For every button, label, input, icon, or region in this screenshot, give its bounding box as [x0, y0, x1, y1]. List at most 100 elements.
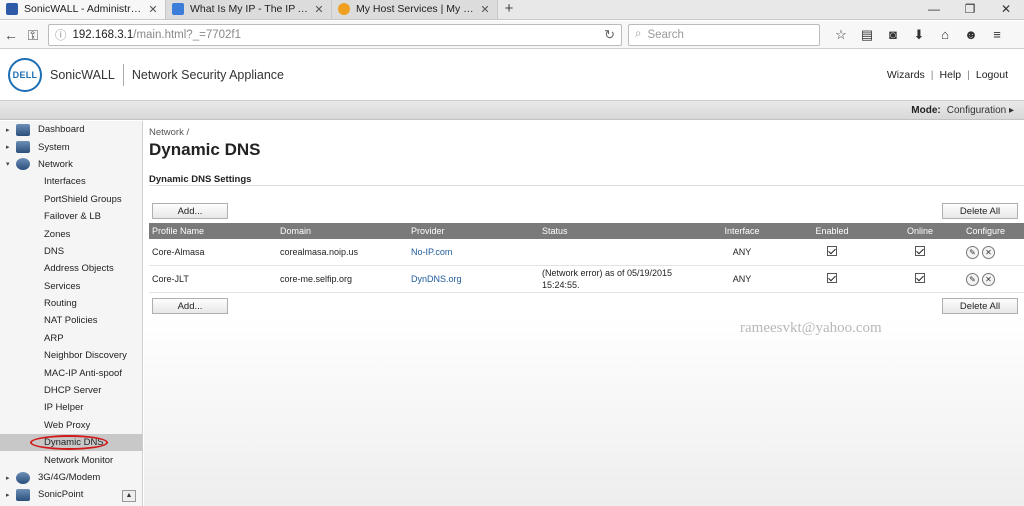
link-separator: | — [930, 69, 934, 81]
emoji-icon[interactable]: ☻ — [958, 27, 984, 43]
app-header: DELL SonicWALL Network Security Applianc… — [0, 50, 1024, 100]
bookmark-star-icon[interactable]: ☆ — [828, 27, 854, 43]
collapse-arrow-icon[interactable]: ▾ — [6, 160, 16, 168]
close-window-button[interactable]: ✕ — [988, 0, 1024, 19]
reload-icon[interactable]: ↻ — [604, 27, 615, 43]
expand-arrow-icon[interactable]: ▸ — [6, 143, 16, 151]
sidebar-item-routing[interactable]: Routing — [0, 295, 142, 312]
sidebar-item-network[interactable]: ▾ Network — [0, 156, 142, 173]
restore-button[interactable]: ❐ — [952, 0, 988, 19]
delete-all-button-bottom[interactable]: Delete All — [942, 298, 1018, 314]
top-links: Wizards | Help | Logout — [887, 69, 1008, 81]
sidebar-item-services[interactable]: Services — [0, 278, 142, 295]
online-checkbox[interactable] — [915, 246, 925, 256]
logout-link[interactable]: Logout — [976, 69, 1008, 81]
sidebar-item-ip-helper[interactable]: IP Helper — [0, 399, 142, 416]
tab-title: My Host Services | My Dy… — [356, 3, 475, 15]
edit-pencil-icon[interactable]: ✎ — [966, 245, 979, 259]
col-configure[interactable]: Configure — [962, 226, 1024, 236]
col-online[interactable]: Online — [878, 226, 962, 236]
expand-arrow-icon[interactable]: ▸ — [6, 126, 16, 134]
sidebar-item-arp[interactable]: ARP — [0, 330, 142, 347]
col-enabled[interactable]: Enabled — [786, 226, 878, 236]
cell-interface: ANY — [732, 274, 752, 284]
cell-enabled — [786, 273, 878, 285]
table-header: Profile Name Domain Provider Status Inte… — [149, 223, 1024, 239]
col-status[interactable]: Status — [542, 226, 698, 236]
sidebar-item-dhcp-server[interactable]: DHCP Server — [0, 382, 142, 399]
cell-enabled — [786, 246, 878, 258]
minimize-button[interactable]: — — [916, 0, 952, 19]
delete-x-icon[interactable]: ✕ — [982, 245, 995, 259]
cell-profile-name: Core-JLT — [152, 274, 189, 284]
delete-all-button-top[interactable]: Delete All — [942, 203, 1018, 219]
new-tab-button[interactable]: + — [498, 0, 520, 19]
key-icon[interactable]: ⚿ — [22, 24, 44, 46]
sidebar-item-interfaces[interactable]: Interfaces — [0, 173, 142, 190]
sidebar-item-dns[interactable]: DNS — [0, 243, 142, 260]
sidebar-item-portshield-groups[interactable]: PortShield Groups — [0, 191, 142, 208]
mode-toggle[interactable]: Configuration ▸ — [947, 105, 1014, 116]
browser-tab-whatismyip[interactable]: What Is My IP - The IP Ad… ✕ — [166, 0, 332, 19]
sidebar-item-neighbor-discovery[interactable]: Neighbor Discovery — [0, 347, 142, 364]
sidebar-item-sonicpoint[interactable]: ▸ SonicPoint — [0, 486, 142, 503]
wizards-link[interactable]: Wizards — [887, 69, 925, 81]
sidebar-item-failover-lb[interactable]: Failover & LB — [0, 208, 142, 225]
scroll-up-button[interactable]: ▲ — [122, 490, 136, 502]
cell-domain: core-me.selfip.org — [280, 274, 353, 284]
download-icon[interactable]: ⬇ — [906, 27, 932, 43]
cell-profile-name: Core-Almasa — [152, 247, 205, 257]
reading-list-icon[interactable]: ▤ — [854, 27, 880, 43]
add-button-bottom[interactable]: Add... — [152, 298, 228, 314]
menu-icon[interactable]: ≡ — [984, 27, 1010, 43]
online-checkbox[interactable] — [915, 273, 925, 283]
cell-provider-link[interactable]: No-IP.com — [411, 247, 542, 257]
search-icon: ⌕ — [635, 28, 642, 40]
enabled-checkbox[interactable] — [827, 246, 837, 256]
cell-provider-link[interactable]: DynDNS.org — [411, 274, 542, 284]
sidebar-item-mac-ip-anti-spoof[interactable]: MAC-IP Anti-spoof — [0, 364, 142, 381]
dell-logo: DELL — [8, 58, 42, 92]
col-profile-name[interactable]: Profile Name — [149, 226, 280, 236]
address-bar[interactable]: ⓘ 192.168.3.1 /main.html?_=7702f1 ↻ — [48, 23, 622, 46]
enabled-checkbox[interactable] — [827, 273, 837, 283]
sidebar-item-dashboard[interactable]: ▸ Dashboard — [0, 121, 142, 138]
access-point-icon — [16, 488, 30, 501]
sidebar-item-nat-policies[interactable]: NAT Policies — [0, 312, 142, 329]
monitor-icon — [16, 141, 30, 154]
mode-bar: Mode: Configuration ▸ — [0, 100, 1024, 120]
expand-arrow-icon[interactable]: ▸ — [6, 491, 16, 499]
add-button-top[interactable]: Add... — [152, 203, 228, 219]
info-icon: ⓘ — [55, 29, 67, 42]
col-interface[interactable]: Interface — [698, 226, 786, 236]
col-domain[interactable]: Domain — [280, 226, 411, 236]
sidebar-item-dynamic-dns[interactable]: Dynamic DNS — [0, 434, 142, 452]
breadcrumb: Network / — [149, 127, 190, 138]
browser-nav-bar: ← ⚿ ⓘ 192.168.3.1 /main.html?_=7702f1 ↻ … — [0, 21, 1024, 49]
sidebar-item-system[interactable]: ▸ System — [0, 138, 142, 155]
sidebar-item-web-proxy[interactable]: Web Proxy — [0, 417, 142, 434]
edit-pencil-icon[interactable]: ✎ — [966, 272, 979, 286]
sidebar-item-address-objects[interactable]: Address Objects — [0, 260, 142, 277]
home-icon[interactable]: ⌂ — [932, 27, 958, 43]
delete-x-icon[interactable]: ✕ — [982, 272, 995, 286]
close-icon[interactable]: ✕ — [147, 3, 159, 16]
sidebar-item-network-monitor[interactable]: Network Monitor — [0, 451, 142, 468]
sidebar-item-zones[interactable]: Zones — [0, 225, 142, 242]
browser-toolbar: ☆ ▤ ◙ ⬇ ⌂ ☻ ≡ — [828, 27, 1010, 43]
close-icon[interactable]: ✕ — [313, 3, 325, 16]
browser-tab-sonicwall[interactable]: SonicWALL - Administrati… ✕ — [0, 0, 166, 19]
cell-configure: ✎ ✕ — [962, 245, 1024, 259]
ip-icon — [172, 3, 184, 15]
sidebar-item-label: Dashboard — [38, 124, 85, 136]
dashboard-icon — [16, 123, 30, 136]
pocket-icon[interactable]: ◙ — [880, 27, 906, 43]
help-link[interactable]: Help — [940, 69, 962, 81]
col-provider[interactable]: Provider — [411, 226, 542, 236]
browser-tab-myhost[interactable]: My Host Services | My Dy… ✕ — [332, 0, 498, 19]
sidebar-item-3g-4g-modem[interactable]: ▸ 3G/4G/Modem — [0, 469, 142, 486]
expand-arrow-icon[interactable]: ▸ — [6, 474, 16, 482]
close-icon[interactable]: ✕ — [479, 3, 491, 16]
back-icon[interactable]: ← — [0, 24, 22, 46]
search-input[interactable]: ⌕ Search — [628, 23, 820, 46]
